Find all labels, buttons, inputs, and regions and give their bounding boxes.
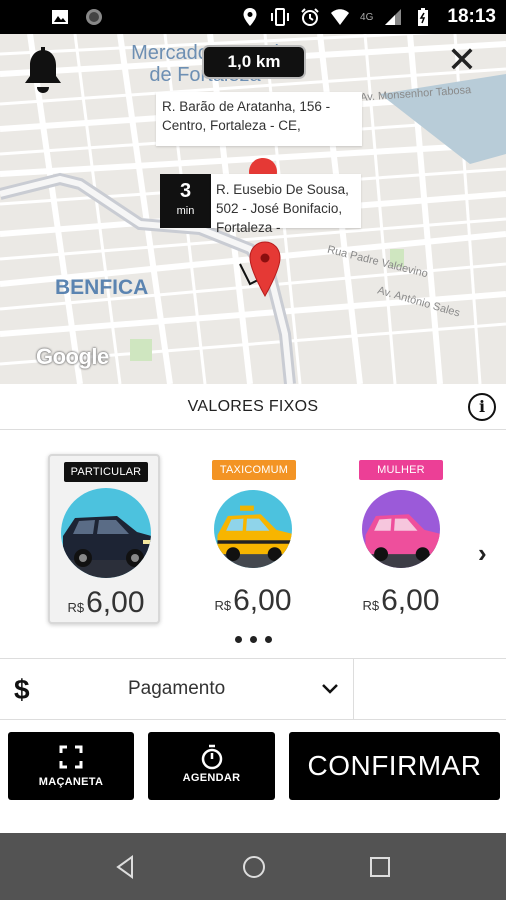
recents-icon[interactable]	[366, 853, 394, 881]
vibrate-icon	[271, 8, 290, 26]
wifi-icon	[331, 9, 350, 25]
vehicle-badge: PARTICULAR	[64, 462, 148, 482]
price-amount: 6,00	[86, 586, 145, 619]
vehicle-price: R$6,00	[345, 584, 457, 618]
payment-dropdown[interactable]: $ Pagamento	[0, 659, 354, 720]
alarm-icon	[301, 8, 319, 26]
womens-car-icon	[362, 490, 440, 568]
vehicle-price: R$6,00	[50, 586, 162, 620]
image-notification-icon	[52, 10, 68, 24]
location-icon	[243, 8, 257, 26]
vehicle-carousel[interactable]: PARTICULAR R$6,00 TAXICOMUM R$6,00 MULHE…	[0, 430, 506, 658]
eta-unit: min	[176, 205, 195, 217]
home-icon[interactable]	[240, 853, 268, 881]
close-icon[interactable]: ✕	[444, 42, 480, 80]
vehicle-card-particular[interactable]: PARTICULAR R$6,00	[48, 454, 160, 624]
status-bar: 4G 18:13	[0, 0, 506, 34]
price-currency: R$	[362, 598, 380, 613]
distance-badge: 1,0 km	[204, 47, 304, 77]
fare-section-title: VALORES FIXOS	[187, 398, 319, 415]
google-logo: Google	[36, 344, 109, 369]
origin-address-label: R. Barão de Aratanha, 156 - Centro, Fort…	[156, 92, 362, 146]
page-dot[interactable]	[264, 636, 272, 643]
vehicle-price: R$6,00	[197, 584, 309, 618]
vehicle-card-mulher[interactable]: MULHER R$6,00	[345, 454, 457, 624]
payment-row: $ Pagamento	[0, 658, 506, 720]
carousel-pagination	[0, 630, 506, 648]
eta-value: 3	[179, 180, 192, 202]
destination-pin-icon[interactable]	[247, 240, 283, 298]
bell-icon[interactable]	[22, 46, 64, 96]
price-amount: 6,00	[233, 584, 292, 617]
schedule-label: AGENDAR	[182, 772, 241, 784]
doorman-button[interactable]: MAÇANETA	[8, 732, 134, 800]
chevron-down-icon	[322, 684, 338, 694]
chevron-right-icon[interactable]: ›	[478, 538, 500, 568]
vehicle-card-taxicomum[interactable]: TAXICOMUM R$6,00	[197, 454, 309, 624]
clock: 18:13	[447, 6, 496, 27]
taxi-car-icon	[214, 490, 292, 568]
payment-label: Pagamento	[128, 678, 226, 699]
system-nav-bar	[0, 833, 506, 900]
page-dot[interactable]	[234, 636, 242, 643]
fullscreen-icon	[59, 745, 83, 769]
doorman-label: MAÇANETA	[38, 776, 104, 788]
page-dot[interactable]	[249, 636, 257, 643]
fare-section-header: VALORES FIXOS i	[0, 384, 506, 430]
stopwatch-icon	[201, 744, 222, 770]
vehicle-badge: TAXICOMUM	[212, 460, 296, 480]
network-type-label: 4G	[360, 11, 374, 23]
price-currency: R$	[67, 600, 85, 615]
map-view[interactable]: Mercado Central de Fortaleza BENFICA Av.…	[0, 34, 506, 384]
signal-icon	[385, 9, 402, 25]
info-icon[interactable]: i	[468, 393, 496, 421]
eta-badge: 3 min	[160, 174, 211, 228]
dollar-icon: $	[14, 674, 30, 705]
vehicle-badge: MULHER	[359, 460, 443, 480]
confirm-button[interactable]: CONFIRMAR	[289, 732, 500, 800]
price-amount: 6,00	[381, 584, 440, 617]
map-neighborhood-label: BENFICA	[55, 276, 149, 299]
battery-icon	[418, 8, 429, 26]
back-icon[interactable]	[112, 853, 140, 881]
price-currency: R$	[214, 598, 232, 613]
destination-address-label: R. Eusebio De Sousa, 502 - José Bonifaci…	[211, 174, 361, 235]
app-notification-icon	[86, 9, 102, 25]
private-car-icon	[61, 488, 151, 578]
schedule-button[interactable]: AGENDAR	[148, 732, 275, 800]
